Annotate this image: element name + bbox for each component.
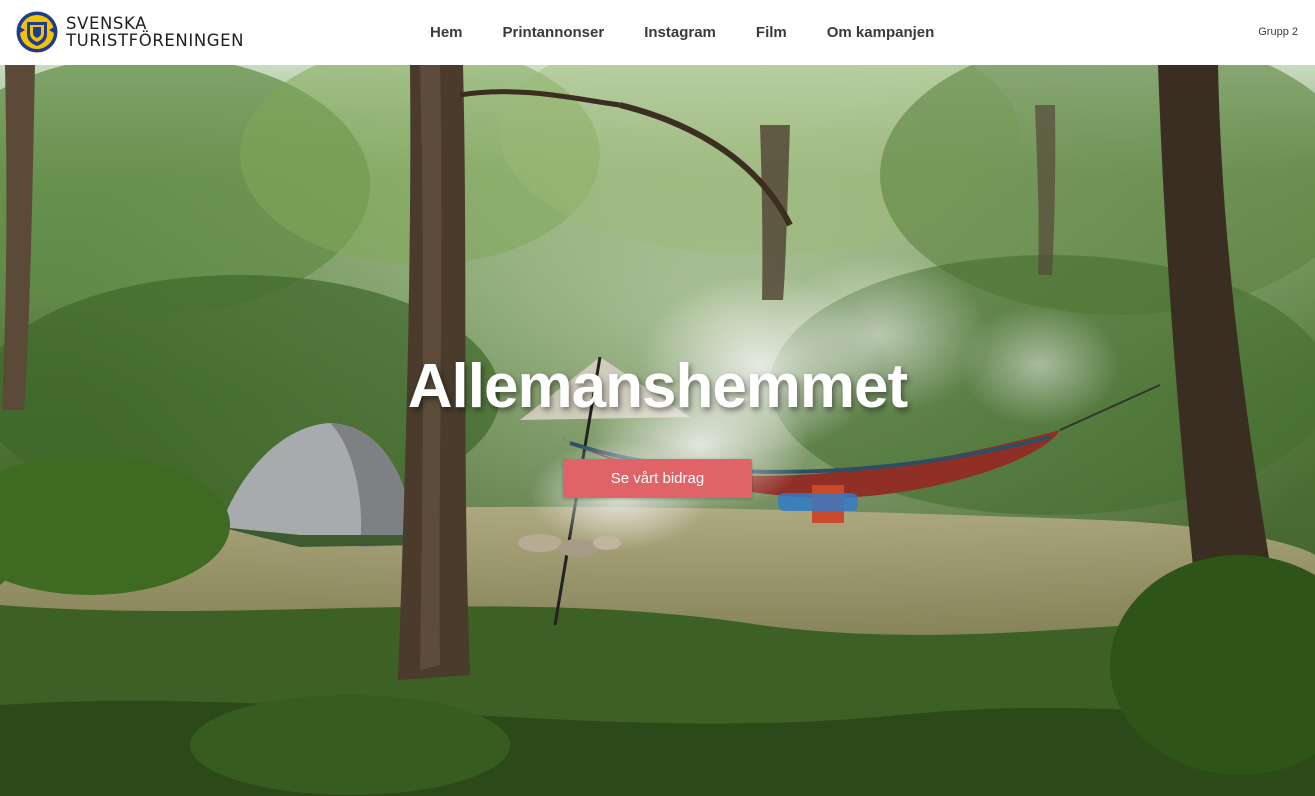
nav-item-instagram[interactable]: Instagram (644, 24, 716, 41)
stf-emblem-icon (16, 11, 58, 53)
logo-line-2: TURISTFÖRENINGEN (66, 31, 245, 50)
forest-campsite-photo (0, 65, 1315, 796)
nav-item-om-kampanjen[interactable]: Om kampanjen (827, 24, 935, 41)
logo-wordmark: SVENSKA TURISTFÖRENINGEN (66, 15, 244, 49)
hero-section: Allemanshemmet Se vårt bidrag (0, 65, 1315, 796)
nav-item-hem[interactable]: Hem (430, 24, 463, 41)
main-nav: Hem Printannonser Instagram Film Om kamp… (410, 0, 954, 65)
hero-title: Allemanshemmet (407, 352, 908, 421)
nav-item-printannonser[interactable]: Printannonser (503, 24, 605, 41)
se-vart-bidrag-button[interactable]: Se vårt bidrag (563, 459, 752, 498)
logo-link[interactable]: SVENSKA TURISTFÖRENINGEN (16, 11, 244, 53)
group-label: Grupp 2 (1258, 26, 1298, 38)
logo-line-1: SVENSKA (66, 14, 148, 33)
nav-item-film[interactable]: Film (756, 24, 787, 41)
site-header: SVENSKA TURISTFÖRENINGEN Hem Printannons… (0, 0, 1315, 65)
